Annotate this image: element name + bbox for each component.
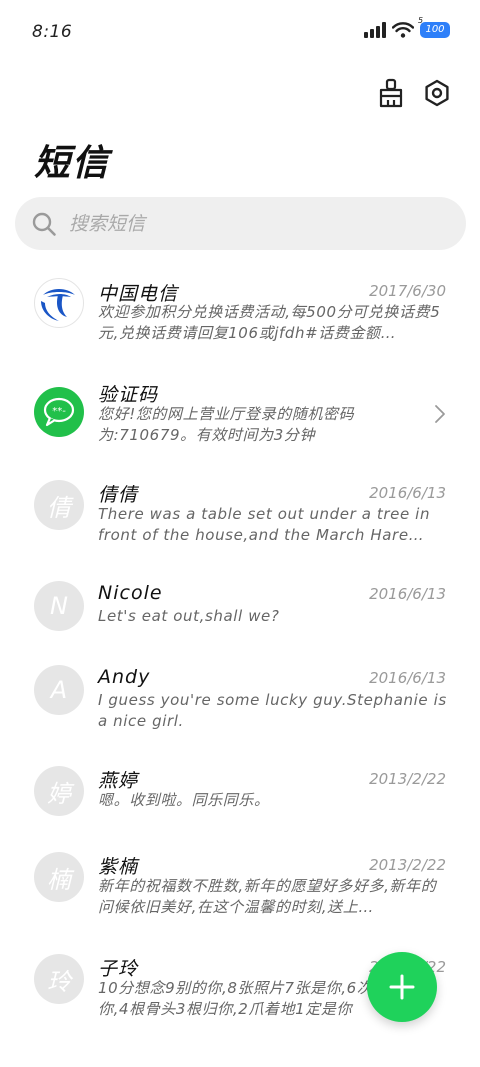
status-time: 8:16 xyxy=(32,22,73,42)
status-bar: 8:16 5 100 xyxy=(0,0,480,66)
broom-icon xyxy=(379,78,403,108)
china-telecom-logo xyxy=(41,289,75,321)
sender-name: 倩倩 xyxy=(98,484,139,506)
search-input[interactable] xyxy=(69,212,429,235)
list-item[interactable]: 楠 紫楠 2013/2/22 新年的祝福数不胜数,新年的愿望好多好多,新年的问候… xyxy=(0,840,480,942)
sms-bubble-icon: **- xyxy=(43,397,75,427)
avatar: 玲 xyxy=(34,954,84,1004)
settings-button[interactable] xyxy=(422,78,452,108)
message-date: 2017/6/30 xyxy=(369,282,446,300)
message-preview: 新年的祝福数不胜数,新年的愿望好多好多,新年的问候依旧美好,在这个温馨的时刻,送… xyxy=(98,877,437,916)
message-preview: 您好!您的网上营业厅登录的随机密码为:710679。有效时间为3分钟 xyxy=(98,405,355,444)
message-date: 2013/2/22 xyxy=(369,770,446,788)
svg-text:**-: **- xyxy=(52,406,66,417)
sender-name: Nicole xyxy=(98,582,163,604)
wifi-icon xyxy=(392,22,414,38)
message-date: 2016/6/13 xyxy=(369,585,446,603)
avatar: A xyxy=(34,665,84,715)
list-item[interactable]: **- 验证码 您好!您的网上营业厅登录的随机密码为:710679。有效时间为3… xyxy=(0,370,480,470)
list-item[interactable]: 倩 倩倩 2016/6/13 There was a table set out… xyxy=(0,470,480,570)
avatar: N xyxy=(34,581,84,631)
battery-indicator: 5 xyxy=(418,16,424,25)
sender-name: 燕婷 xyxy=(98,770,139,792)
message-preview: Let's eat out,shall we? xyxy=(98,607,280,625)
signal-icon xyxy=(364,22,386,38)
page-title: 短信 xyxy=(34,143,111,184)
message-preview: I guess you're some lucky guy.Stephanie … xyxy=(98,691,447,730)
sender-name: 紫楠 xyxy=(98,856,139,878)
sms-app-screen: 8:16 5 100 短信 搜索短信 中国电信 2017/6/30 欢迎参加积分… xyxy=(0,0,480,1067)
avatar xyxy=(34,278,84,328)
avatar: 楠 xyxy=(34,852,84,902)
sender-name: 子玲 xyxy=(98,958,139,980)
message-preview: There was a table set out under a tree i… xyxy=(98,505,431,544)
list-item[interactable]: 婷 燕婷 2013/2/22 嗯。收到啦。同乐同乐。 xyxy=(0,754,480,840)
gear-icon xyxy=(425,79,449,107)
new-message-button[interactable] xyxy=(367,952,437,1022)
message-preview: 嗯。收到啦。同乐同乐。 xyxy=(98,791,270,809)
message-date: 2013/2/22 xyxy=(369,856,446,874)
header-actions xyxy=(376,78,452,108)
avatar: **- xyxy=(34,387,84,437)
clean-button[interactable] xyxy=(376,78,406,108)
status-icons: 5 100 xyxy=(364,16,450,38)
sender-name: 验证码 xyxy=(98,384,159,406)
avatar: 婷 xyxy=(34,766,84,816)
battery-level: 100 xyxy=(425,24,445,35)
list-item[interactable]: A Andy 2016/6/13 I guess you're some luc… xyxy=(0,654,480,754)
search-icon xyxy=(32,212,56,236)
message-date: 2016/6/13 xyxy=(369,484,446,502)
avatar: 倩 xyxy=(34,480,84,530)
list-item[interactable]: N Nicole 2016/6/13 Let's eat out,shall w… xyxy=(0,570,480,654)
chevron-right-icon xyxy=(435,405,445,423)
message-preview: 欢迎参加积分兑换话费活动,每500分可兑换话费5元,兑换话费请回复106或jfd… xyxy=(98,303,441,342)
plus-icon xyxy=(389,974,415,1000)
list-item[interactable]: 中国电信 2017/6/30 欢迎参加积分兑换话费活动,每500分可兑换话费5元… xyxy=(0,268,480,370)
search-bar[interactable] xyxy=(15,197,466,250)
message-date: 2016/6/13 xyxy=(369,669,446,687)
sender-name: Andy xyxy=(98,666,151,688)
battery-icon: 5 100 xyxy=(418,16,450,38)
